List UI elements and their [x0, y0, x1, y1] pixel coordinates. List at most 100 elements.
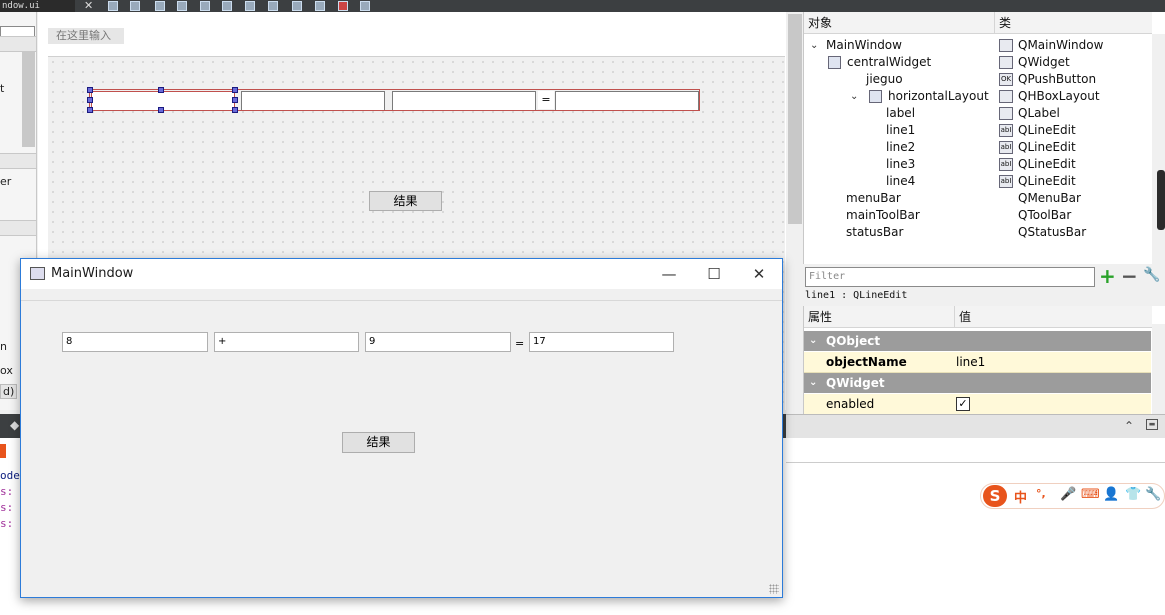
resize-handle[interactable] — [87, 87, 93, 93]
chevron-up-icon[interactable]: ⌃ — [1124, 419, 1134, 433]
splitter-horizontal-icon[interactable] — [245, 1, 255, 11]
lineedit-icon: abI — [999, 158, 1013, 171]
filter-bar: Filter + − 🔧 — [803, 264, 1165, 290]
property-section-qobject[interactable]: ⌄ QObject — [804, 331, 1151, 351]
object-tree-row[interactable]: menuBar QMenuBar — [804, 190, 1151, 207]
object-tree-row[interactable]: jieguo OK QPushButton — [804, 71, 1151, 88]
ime-punctuation[interactable]: °, — [1036, 487, 1046, 500]
column-header-property[interactable]: 属性 — [804, 306, 954, 328]
mainwindow-icon — [999, 39, 1013, 52]
object-inspector: 对象 类 ⌄ MainWindow QMainWindow ⌄ centralWidge… — [803, 12, 1165, 264]
widget-category-header[interactable] — [0, 220, 36, 236]
adjust-size-icon[interactable] — [360, 1, 370, 11]
widget-category-header[interactable] — [0, 36, 36, 52]
widget-item-text: er — [0, 175, 12, 188]
file-tab[interactable]: ndow.ui — [0, 0, 75, 12]
minimize-icon[interactable]: — — [657, 264, 681, 284]
signal-slot-editor-header: ⌃ ▬ — [786, 414, 1165, 438]
widget-box-scrollbar[interactable] — [22, 52, 35, 147]
property-filter-input[interactable]: Filter — [805, 267, 1095, 287]
maximize-icon[interactable]: ☐ — [702, 264, 726, 284]
resize-handle[interactable] — [232, 107, 238, 113]
designer-scrollbar[interactable] — [788, 14, 802, 224]
close-tab-icon[interactable]: ✕ — [84, 0, 93, 12]
microphone-icon[interactable]: 🎤 — [1060, 487, 1076, 502]
object-name: line3 — [886, 157, 916, 171]
property-section-qwidget[interactable]: ⌄ QWidget — [804, 373, 1151, 393]
object-class: QWidget — [1018, 55, 1070, 69]
menu-type-here[interactable]: 在这里输入 — [48, 28, 124, 44]
resize-handle[interactable] — [87, 97, 93, 103]
expand-arrow-icon[interactable]: ⌄ — [810, 37, 818, 54]
back-arrow-icon[interactable]: ◆ — [10, 418, 19, 432]
collapse-arrow-icon[interactable]: ⌄ — [809, 331, 817, 351]
window-menubar[interactable] — [21, 289, 782, 301]
form-layout-icon[interactable] — [292, 1, 302, 11]
size-grip[interactable] — [769, 584, 779, 594]
expand-arrow-icon[interactable]: ⌄ — [850, 88, 858, 105]
break-layout-icon[interactable] — [338, 1, 348, 11]
lay-out-vertically-icon[interactable] — [222, 1, 232, 11]
designer-result-button[interactable]: 结果 — [369, 191, 442, 211]
property-label: objectName — [826, 355, 907, 369]
edit-tab-order-icon[interactable] — [177, 1, 187, 11]
object-tree-row[interactable]: ⌄centralWidgetQWidget — [804, 54, 1151, 71]
grid-layout-icon[interactable] — [315, 1, 325, 11]
resize-handle[interactable] — [158, 87, 164, 93]
object-class: QStatusBar — [1018, 225, 1087, 239]
sogou-logo-icon[interactable]: S — [983, 485, 1007, 507]
object-tree-row[interactable]: line3 abI QLineEdit — [804, 156, 1151, 173]
line4-input[interactable]: 17 — [529, 332, 674, 352]
lay-out-horizontally-icon[interactable] — [200, 1, 210, 11]
column-header-object[interactable]: 对象 — [804, 12, 994, 34]
property-value[interactable]: line1 — [956, 352, 985, 373]
resize-handle[interactable] — [232, 97, 238, 103]
splitter-vertical-icon[interactable] — [268, 1, 278, 11]
horizontal-layout-outline[interactable] — [89, 89, 700, 111]
line2-input[interactable]: + — [214, 332, 359, 352]
property-row-objectname[interactable]: objectName line1 — [804, 352, 1151, 373]
resize-handle[interactable] — [232, 87, 238, 93]
close-icon[interactable]: ✕ — [747, 264, 771, 284]
enabled-checkbox[interactable]: ✓ — [956, 397, 970, 411]
object-tree-row[interactable]: label QLabel — [804, 105, 1151, 122]
column-header-value[interactable]: 值 — [954, 306, 1152, 328]
column-header-class[interactable]: 类 — [994, 12, 1152, 34]
edit-signals-icon[interactable] — [130, 1, 140, 11]
float-panel-icon[interactable]: ▬ — [1146, 419, 1158, 430]
remove-property-icon[interactable]: − — [1121, 265, 1138, 287]
resize-handle[interactable] — [158, 107, 164, 113]
edit-widgets-icon[interactable] — [108, 1, 118, 11]
object-tree-row[interactable]: statusBar QStatusBar — [804, 224, 1151, 241]
window-titlebar[interactable]: MainWindow — ☐ ✕ — [21, 259, 782, 289]
preview-main-window[interactable]: MainWindow — ☐ ✕ 8 + 9 = 17 结果 — [20, 258, 783, 598]
widget-item-text: ox — [0, 364, 13, 377]
collapse-arrow-icon[interactable]: ⌄ — [809, 373, 817, 393]
line3-input[interactable]: 9 — [365, 332, 511, 352]
object-tree-row[interactable]: line4 abI QLineEdit — [804, 173, 1151, 190]
object-tree-row[interactable]: mainToolBar QToolBar — [804, 207, 1151, 224]
ime-toolbar[interactable]: S 中 °, 🎤 ⌨ 👤 👕 🔧 — [980, 483, 1165, 509]
object-name: horizontalLayout — [888, 89, 989, 103]
keyboard-icon[interactable]: ⌨ — [1081, 487, 1100, 502]
user-icon[interactable]: 👤 — [1103, 487, 1119, 502]
property-row-enabled[interactable]: enabled ✓ — [804, 394, 1151, 415]
resize-handle[interactable] — [87, 107, 93, 113]
ime-mode[interactable]: 中 — [1014, 487, 1027, 506]
wrench-icon[interactable]: 🔧 — [1143, 267, 1160, 283]
object-class: QLineEdit — [1018, 123, 1076, 137]
object-tree-row[interactable]: ⌄ MainWindow QMainWindow — [804, 37, 1151, 54]
object-tree-row[interactable]: line1 abI QLineEdit — [804, 122, 1151, 139]
widget-category-header[interactable] — [0, 153, 36, 169]
line1-input[interactable]: 8 — [62, 332, 208, 352]
object-tree-row[interactable]: line2 abI QLineEdit — [804, 139, 1151, 156]
object-tree-row[interactable]: ⌄ horizontalLayout QHBoxLayout — [804, 88, 1151, 105]
skin-shirt-icon[interactable]: 👕 — [1125, 487, 1141, 502]
divider — [786, 462, 1165, 463]
code-line: s: — [0, 517, 14, 530]
property-editor-scrollbar[interactable] — [1152, 324, 1165, 414]
tools-wrench-icon[interactable]: 🔧 — [1145, 487, 1161, 502]
result-button[interactable]: 结果 — [342, 432, 415, 453]
add-property-icon[interactable]: + — [1099, 265, 1116, 287]
edit-buddies-icon[interactable] — [155, 1, 165, 11]
